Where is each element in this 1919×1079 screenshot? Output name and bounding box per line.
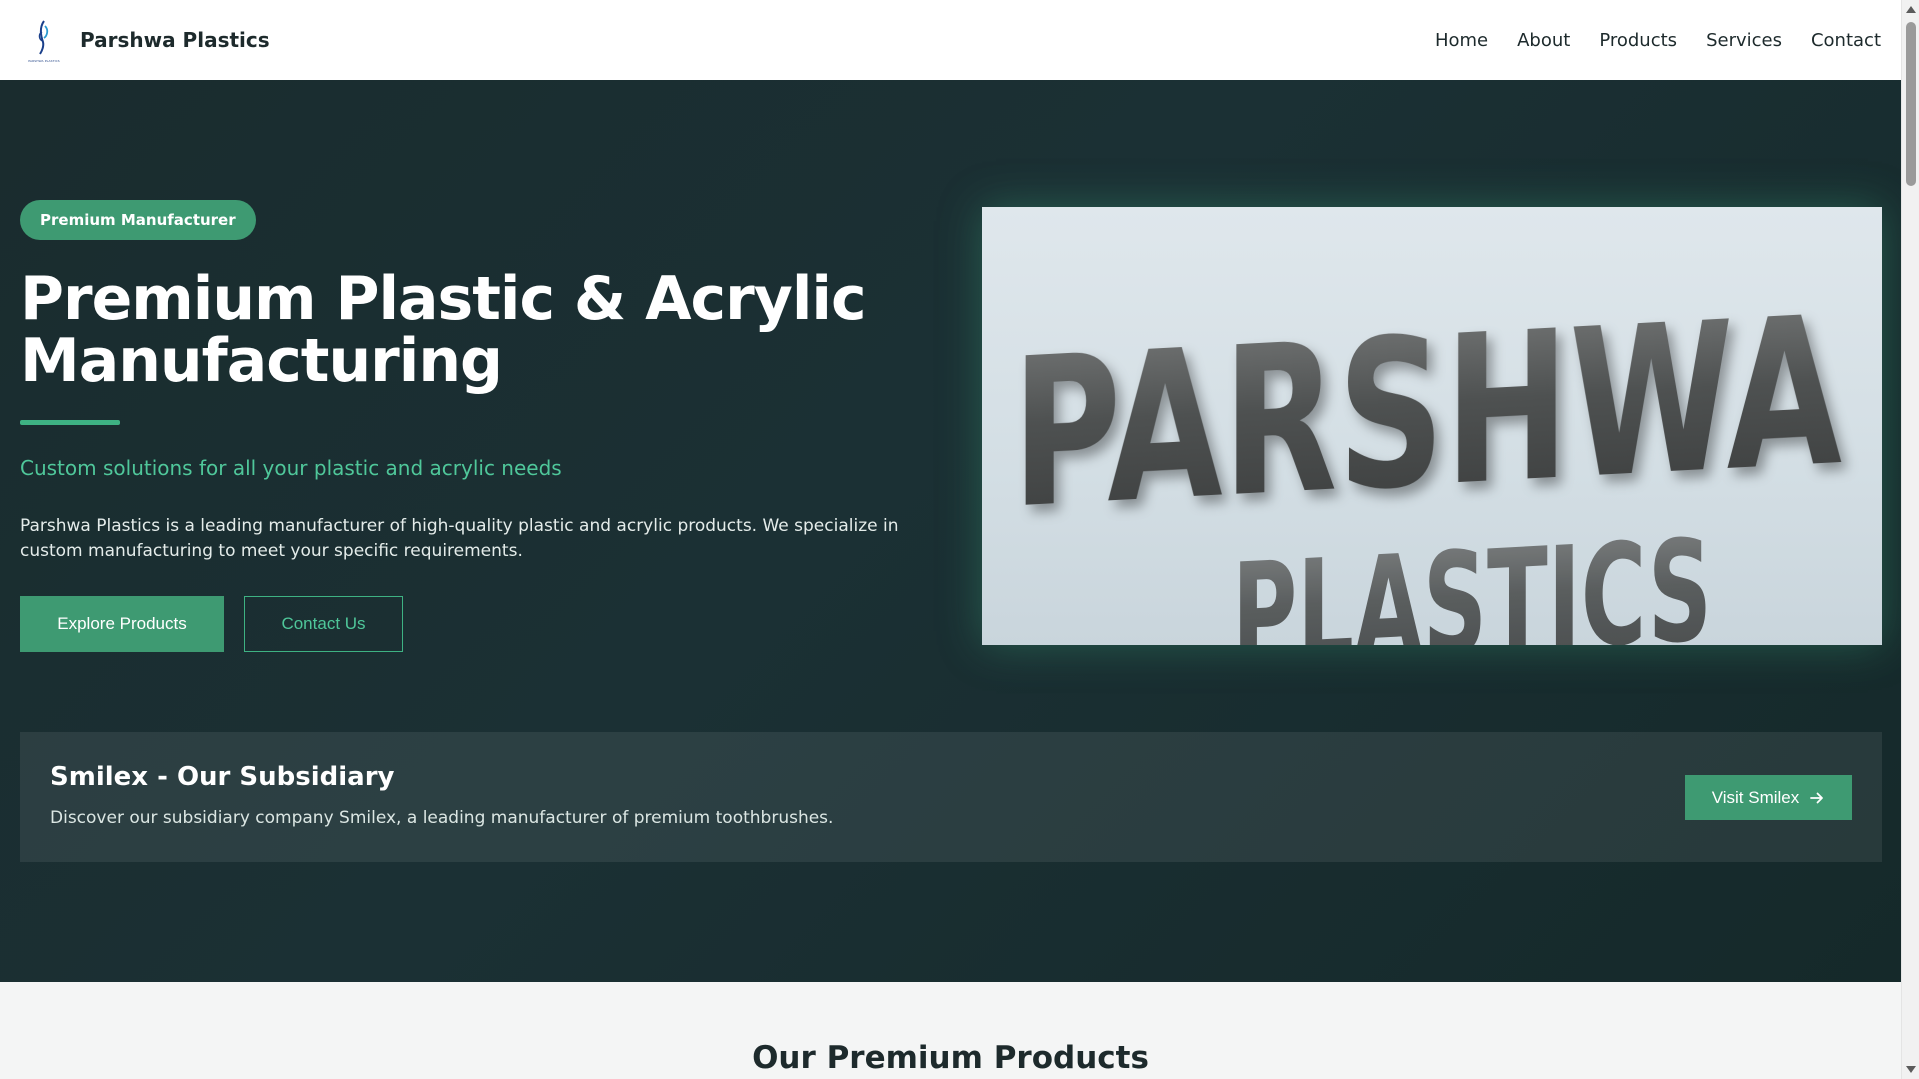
subsidiary-banner: Smilex - Our Subsidiary Discover our sub… <box>20 732 1882 862</box>
brand-name[interactable]: Parshwa Plastics <box>80 28 270 52</box>
explore-products-button[interactable]: Explore Products <box>20 596 224 652</box>
visit-smilex-label: Visit Smilex <box>1711 787 1800 807</box>
nav-contact[interactable]: Contact <box>1811 30 1881 51</box>
scroll-down-arrow-icon[interactable] <box>1906 1066 1916 1073</box>
visit-smilex-button[interactable]: Visit Smilex <box>1685 775 1852 820</box>
hero-subtitle: Custom solutions for all your plastic an… <box>20 456 562 480</box>
scroll-up-arrow-icon[interactable] <box>1906 6 1916 13</box>
nav-home[interactable]: Home <box>1435 30 1488 51</box>
signage-image: PARSHWA PLASTICS <box>1012 273 1842 645</box>
arrow-right-icon <box>1810 792 1824 803</box>
subsidiary-title: Smilex - Our Subsidiary <box>50 762 395 792</box>
hero-description: Parshwa Plastics is a leading manufactur… <box>20 516 899 561</box>
subsidiary-description: Discover our subsidiary company Smilex, … <box>50 808 834 828</box>
accent-divider <box>20 420 120 425</box>
page-scrollbar[interactable] <box>1901 0 1919 1079</box>
logo-icon <box>38 19 49 55</box>
brand[interactable]: PARSHWA PLASTICS Parshwa Plastics <box>20 14 270 66</box>
hero-image: PARSHWA PLASTICS <box>982 207 1882 645</box>
page: PARSHWA PLASTICS Parshwa Plastics Home A… <box>0 0 1901 1079</box>
logo-text: PARSHWA PLASTICS <box>28 58 60 63</box>
nav-products[interactable]: Products <box>1599 30 1677 51</box>
nav-about[interactable]: About <box>1517 30 1570 51</box>
contact-us-button[interactable]: Contact Us <box>244 596 403 652</box>
logo[interactable]: PARSHWA PLASTICS <box>20 14 68 66</box>
hero-section: Premium Manufacturer Premium Plastic & A… <box>0 80 1901 982</box>
sign-line1: PARSHWA <box>1012 273 1842 554</box>
nav-services[interactable]: Services <box>1706 30 1782 51</box>
hero-badge: Premium Manufacturer <box>20 200 256 240</box>
main-nav: Home About Products Services Contact <box>1435 30 1881 51</box>
hero-title: Premium Plastic & Acrylic Manufacturing <box>20 264 867 396</box>
products-section: Our Premium Products <box>0 982 1901 1079</box>
products-title: Our Premium Products <box>752 1040 1149 1076</box>
site-header: PARSHWA PLASTICS Parshwa Plastics Home A… <box>0 0 1901 80</box>
scroll-thumb[interactable] <box>1906 22 1916 186</box>
